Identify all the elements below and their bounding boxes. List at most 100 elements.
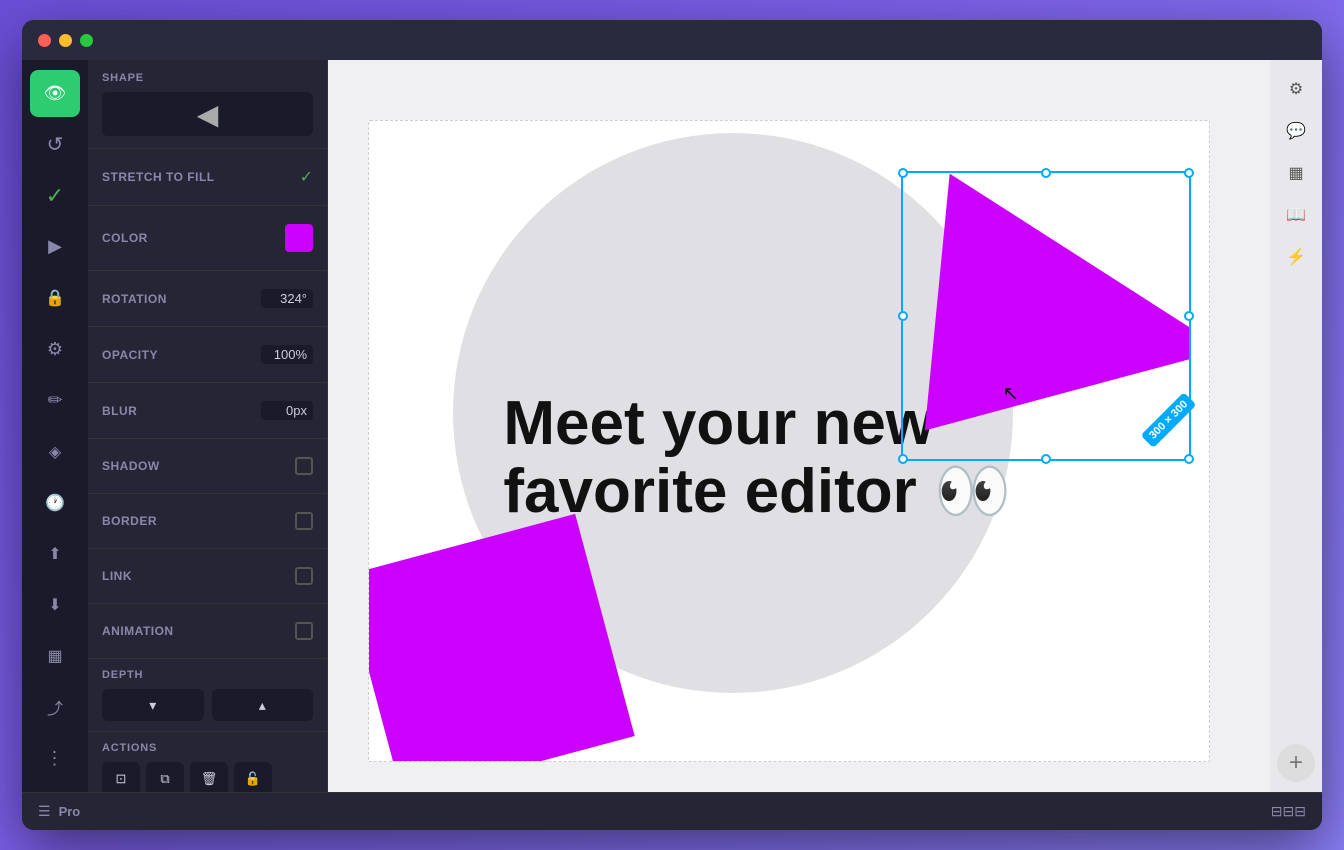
sidebar-btn-lock[interactable]: 🔒 bbox=[30, 275, 80, 322]
properties-panel: SHAPE ◀ STRETCH TO FILL ✓ COLOR bbox=[88, 60, 328, 792]
icon-sidebar: 👁 ↺ ✓ ▶ 🔒 ⚙ ✏ ◈ 🕐 bbox=[22, 60, 88, 792]
gear-icon: ⚙ bbox=[47, 339, 63, 360]
sidebar-btn-share[interactable]: ⤴ bbox=[30, 684, 80, 731]
sidebar-btn-pen[interactable]: ✏ bbox=[30, 377, 80, 424]
blur-section: BLUR 0px bbox=[88, 383, 327, 439]
play-icon: ▶ bbox=[48, 236, 62, 257]
sidebar-btn-play[interactable]: ▶ bbox=[30, 223, 80, 270]
right-settings-button[interactable]: ⚙ bbox=[1277, 70, 1315, 108]
shape-label: SHAPE bbox=[102, 72, 313, 84]
canvas-area[interactable]: Meet your new favorite editor 👀 bbox=[328, 60, 1270, 792]
trash-icon: 🗑 bbox=[201, 771, 218, 787]
action-buttons: ⊡ ⧉ 🗑 🔓 bbox=[102, 762, 313, 792]
titlebar bbox=[22, 20, 1322, 60]
animation-row: ANIMATION bbox=[102, 616, 313, 646]
actions-section: ACTIONS ⊡ ⧉ 🗑 🔓 bbox=[88, 732, 327, 792]
settings-icon: ⚙ bbox=[1289, 79, 1303, 99]
canvas-content: Meet your new favorite editor 👀 bbox=[368, 120, 1210, 762]
add-button[interactable]: + bbox=[1277, 744, 1315, 782]
animation-section: ANIMATION bbox=[88, 604, 327, 659]
shape-triangle-icon: ◀ bbox=[197, 98, 219, 131]
gallery-icon: ▦ bbox=[47, 646, 62, 666]
chevron-up-icon: ▴ bbox=[259, 697, 266, 714]
blur-value[interactable]: 0px bbox=[261, 401, 313, 420]
rotation-value[interactable]: 324° bbox=[261, 289, 313, 308]
depth-controls: ▾ ▴ bbox=[102, 689, 313, 721]
eye-icon: 👁 bbox=[44, 83, 67, 104]
sidebar-btn-check[interactable]: ✓ bbox=[30, 172, 80, 219]
rotation-row: ROTATION 324° bbox=[102, 283, 313, 314]
link-row: LINK bbox=[102, 561, 313, 591]
shadow-section: SHADOW bbox=[88, 439, 327, 494]
pen-icon: ✏ bbox=[47, 390, 62, 411]
sidebar-btn-undo[interactable]: ↺ bbox=[30, 121, 80, 168]
sidebar-btn-layers[interactable]: ◈ bbox=[30, 428, 80, 475]
animation-label: ANIMATION bbox=[102, 624, 174, 638]
crop-icon: ⊡ bbox=[116, 771, 127, 787]
plus-icon: + bbox=[1289, 749, 1303, 777]
opacity-label: OPACITY bbox=[102, 348, 158, 362]
sidebar-btn-clock[interactable]: 🕐 bbox=[30, 479, 80, 526]
right-book-button[interactable]: 📖 bbox=[1277, 196, 1315, 234]
close-button[interactable] bbox=[38, 34, 51, 47]
more-icon: ⋮ bbox=[46, 748, 65, 769]
sidebar-btn-gallery[interactable]: ▦ bbox=[30, 633, 80, 680]
shadow-checkbox[interactable] bbox=[295, 457, 313, 475]
comment-icon: 💬 bbox=[1286, 121, 1306, 141]
sidebar-btn-upload[interactable]: ⬆ bbox=[30, 530, 80, 577]
color-swatch[interactable] bbox=[285, 224, 313, 252]
animation-checkbox[interactable] bbox=[295, 622, 313, 640]
bottom-left: ☰ Pro bbox=[38, 803, 80, 820]
purple-triangle[interactable] bbox=[869, 141, 1189, 461]
sidebar-btn-more[interactable]: ⋮ bbox=[30, 735, 80, 782]
right-layout-button[interactable]: ▦ bbox=[1277, 154, 1315, 192]
lightning-icon: ⚡ bbox=[1286, 247, 1306, 267]
bottom-right-control[interactable]: ⊟⊟⊟ bbox=[1271, 803, 1306, 820]
border-section: BORDER bbox=[88, 494, 327, 549]
lock-action-button[interactable]: 🔓 bbox=[234, 762, 272, 792]
depth-down-button[interactable]: ▾ bbox=[102, 689, 204, 721]
stretch-label: STRETCH TO FILL bbox=[102, 170, 215, 184]
pro-badge: Pro bbox=[59, 804, 81, 819]
opacity-row: OPACITY 100% bbox=[102, 339, 313, 370]
layers-icon: ◈ bbox=[49, 442, 61, 462]
shape-section: SHAPE ◀ bbox=[88, 60, 327, 149]
main-area: 👁 ↺ ✓ ▶ 🔒 ⚙ ✏ ◈ 🕐 bbox=[22, 60, 1322, 792]
lock-action-icon: 🔓 bbox=[245, 771, 261, 787]
sidebar-btn-eye[interactable]: 👁 bbox=[30, 70, 80, 117]
shadow-row: SHADOW bbox=[102, 451, 313, 481]
maximize-button[interactable] bbox=[80, 34, 93, 47]
border-checkbox[interactable] bbox=[295, 512, 313, 530]
right-panel: ⚙ 💬 ▦ 📖 ⚡ + bbox=[1270, 60, 1322, 792]
depth-section: DEPTH ▾ ▴ bbox=[88, 659, 327, 732]
main-text-line2: favorite editor 👀 bbox=[503, 458, 1011, 526]
lock-icon: 🔒 bbox=[45, 288, 65, 308]
shadow-label: SHADOW bbox=[102, 459, 160, 473]
link-checkbox[interactable] bbox=[295, 567, 313, 585]
depth-up-button[interactable]: ▴ bbox=[212, 689, 314, 721]
right-lightning-button[interactable]: ⚡ bbox=[1277, 238, 1315, 276]
sidebar-btn-settings[interactable]: ⚙ bbox=[30, 326, 80, 373]
copy-button[interactable]: ⧉ bbox=[146, 762, 184, 792]
bottom-bar: ☰ Pro ⊟⊟⊟ bbox=[22, 792, 1322, 830]
hamburger-icon[interactable]: ☰ bbox=[38, 803, 51, 820]
shape-preview[interactable]: ◀ bbox=[102, 92, 313, 136]
main-window: 👁 ↺ ✓ ▶ 🔒 ⚙ ✏ ◈ 🕐 bbox=[22, 20, 1322, 830]
delete-button[interactable]: 🗑 bbox=[190, 762, 228, 792]
depth-label: DEPTH bbox=[102, 669, 313, 681]
stretch-row: STRETCH TO FILL ✓ bbox=[102, 161, 313, 193]
minimize-button[interactable] bbox=[59, 34, 72, 47]
sidebar-btn-cloud[interactable]: ⬇ bbox=[30, 581, 80, 628]
undo-icon: ↺ bbox=[47, 132, 64, 157]
copy-icon: ⧉ bbox=[160, 771, 169, 787]
stretch-check[interactable]: ✓ bbox=[300, 167, 313, 187]
actions-label: ACTIONS bbox=[102, 742, 313, 754]
clock-icon: 🕐 bbox=[45, 493, 65, 513]
check-icon: ✓ bbox=[46, 183, 64, 209]
book-icon: 📖 bbox=[1286, 205, 1306, 225]
right-comment-button[interactable]: 💬 bbox=[1277, 112, 1315, 150]
crop-button[interactable]: ⊡ bbox=[102, 762, 140, 792]
share-icon: ⤴ bbox=[47, 695, 63, 719]
opacity-value[interactable]: 100% bbox=[261, 345, 313, 364]
border-label: BORDER bbox=[102, 514, 157, 528]
